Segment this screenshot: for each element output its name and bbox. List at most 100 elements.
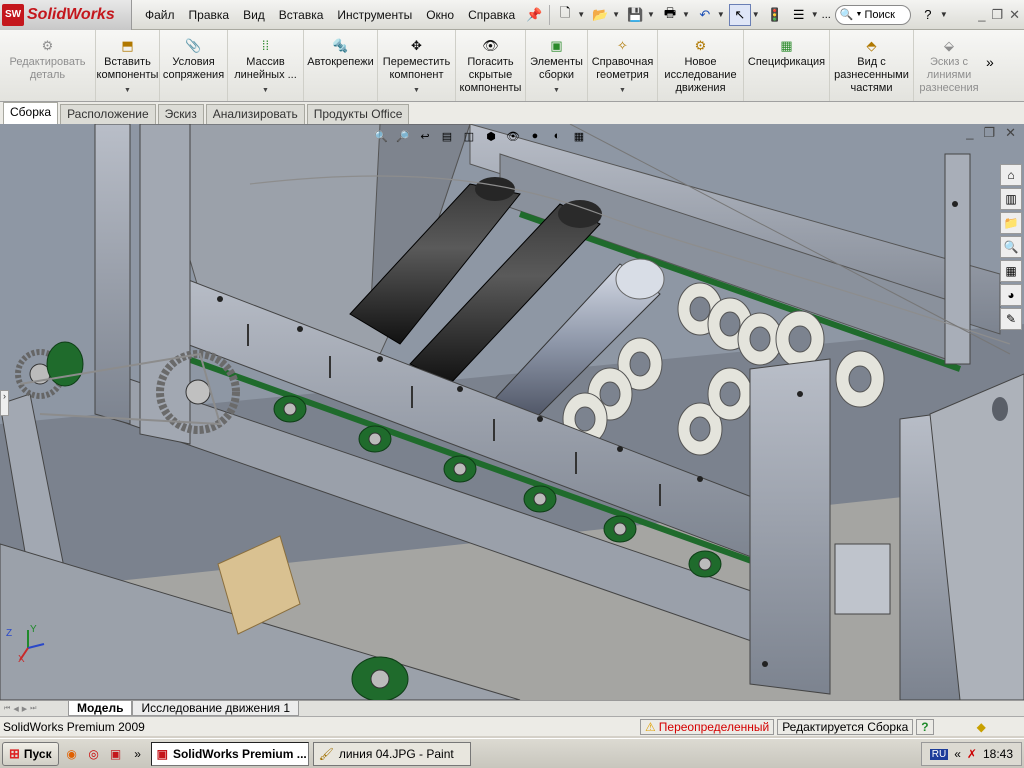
tab-layout[interactable]: Расположение (60, 104, 156, 124)
status-help[interactable]: ? (916, 718, 934, 735)
tab-model[interactable]: Модель (68, 701, 133, 716)
tag-icon[interactable]: ◆ (977, 720, 986, 734)
chevron-down-icon[interactable]: ▼ (124, 84, 131, 97)
restore-icon[interactable]: ❐ (991, 7, 1003, 23)
search-input[interactable]: 🔍 ▼ Поиск (834, 4, 911, 25)
pin-icon[interactable]: 📌 (523, 4, 545, 26)
expand-panel-icon[interactable]: › (0, 390, 9, 416)
open-icon[interactable]: 📂 (589, 4, 611, 26)
chevron-down-icon[interactable]: ▼ (262, 84, 269, 97)
cmd-insert-components[interactable]: ⬒ Вставить компоненты ▼ (96, 30, 160, 101)
tab-sketch[interactable]: Эскиз (157, 104, 204, 124)
assembly-model[interactable] (0, 124, 1024, 700)
firefox-icon[interactable]: ◉ (63, 745, 81, 763)
home-icon[interactable]: ⌂ (1000, 164, 1022, 186)
rebuild-icon[interactable]: 🚦 (764, 4, 786, 26)
close-icon[interactable]: ✕ (1009, 7, 1020, 23)
chevron-down-icon[interactable]: ▼ (577, 10, 585, 19)
menu-help[interactable]: Справка (461, 8, 522, 22)
tab-evaluate[interactable]: Анализировать (205, 104, 305, 124)
file-explorer-icon[interactable]: 📁 (1000, 212, 1022, 234)
cmd-move-component[interactable]: ✥ Переместить компонент ▼ (378, 30, 456, 101)
options-icon[interactable]: ☰ (788, 4, 810, 26)
tab-motion-study-1[interactable]: Исследование движения 1 (132, 701, 300, 716)
cmd-exploded-view[interactable]: ⬘ Вид с разнесенными частями (830, 30, 914, 101)
cmd-smart-fasteners[interactable]: 🔩 Автокрепежи (304, 30, 378, 101)
edit-appearance-icon[interactable]: ● (526, 128, 544, 144)
more-quicklaunch-icon[interactable]: » (129, 745, 147, 763)
last-tab-icon[interactable]: ⏭ (30, 705, 36, 713)
cmd-hide-components[interactable]: 👁 Погасить скрытые компоненты (456, 30, 526, 101)
cmd-reference-geometry[interactable]: ✧ Справочная геометрия ▼ (588, 30, 658, 101)
task-solidworks[interactable]: ▣ SolidWorks Premium ... (150, 741, 309, 766)
new-document-icon[interactable]: 🗋 (554, 4, 576, 26)
tray-expand-icon[interactable]: « (954, 747, 961, 761)
view-orientation-icon[interactable]: ◫ (460, 128, 478, 144)
display-style-icon[interactable]: ⬢ (482, 128, 500, 144)
chevron-down-icon[interactable]: ▼ (647, 10, 655, 19)
chevron-down-icon[interactable]: ▼ (553, 84, 560, 97)
cmd-linear-pattern[interactable]: ⁞⁞ Массив линейных ... ▼ (228, 30, 304, 101)
view-palette-icon[interactable]: ▦ (1000, 260, 1022, 282)
print-icon[interactable]: 🖶 (659, 4, 681, 26)
cmd-explode-line-sketch[interactable]: ⬙ Эскиз с линиями разнесения (914, 30, 984, 101)
cmd-edit-part[interactable]: ⚙ Редактировать деталь (0, 30, 96, 101)
menu-file[interactable]: Файл (138, 8, 182, 22)
restore-icon[interactable]: ❐ (983, 125, 995, 141)
undo-icon[interactable]: ↶ (694, 4, 716, 26)
chevron-down-icon[interactable]: ▼ (612, 10, 620, 19)
app-logo[interactable]: SW SolidWorks (0, 0, 132, 30)
zoom-to-area-icon[interactable]: 🔎 (394, 128, 412, 144)
chevron-down-icon[interactable]: ▼ (752, 10, 760, 19)
toolbar-overflow[interactable]: ... (822, 9, 831, 21)
media-player-icon[interactable]: ◎ (85, 745, 103, 763)
menu-view[interactable]: Вид (236, 8, 272, 22)
chevron-down-icon[interactable]: ▼ (717, 10, 725, 19)
menu-window[interactable]: Окно (419, 8, 461, 22)
next-tab-icon[interactable]: ▶ (22, 705, 27, 713)
chevron-down-icon[interactable]: ▼ (940, 10, 948, 19)
custom-properties-icon[interactable]: ✎ (1000, 308, 1022, 330)
more-commands-icon[interactable]: » (984, 30, 994, 101)
save-icon[interactable]: 💾 (624, 4, 646, 26)
menu-edit[interactable]: Правка (182, 8, 237, 22)
close-icon[interactable]: ✕ (1005, 125, 1016, 141)
menu-tools[interactable]: Инструменты (330, 8, 419, 22)
language-indicator[interactable]: RU (929, 748, 949, 760)
section-view-icon[interactable]: ▤ (438, 128, 456, 144)
select-cursor-icon[interactable]: ↖ (728, 3, 751, 26)
cmd-bom[interactable]: ▦ Спецификация (744, 30, 830, 101)
hide-show-items-icon[interactable]: 👁 (504, 128, 522, 144)
tab-office-products[interactable]: Продукты Office (306, 104, 410, 124)
prev-tab-icon[interactable]: ◀ (13, 705, 18, 713)
chevron-down-icon[interactable]: ▼ (682, 10, 690, 19)
appearances-icon[interactable]: ◕ (1000, 284, 1022, 306)
cmd-mate[interactable]: 📎 Условия сопряжения (160, 30, 228, 101)
help-icon[interactable]: ? (917, 4, 939, 26)
cmd-label: Автокрепежи (307, 56, 374, 68)
design-library-icon[interactable]: ▥ (1000, 188, 1022, 210)
solidworks-quicklaunch-icon[interactable]: ▣ (107, 745, 125, 763)
graphics-area[interactable]: 🔍 🔎 ↩ ▤ ◫ ⬢ 👁 ● ◐ ▦ _ ❐ ✕ ⌂ ▥ 📁 🔍 ▦ ◕ ✎ (0, 124, 1024, 700)
previous-view-icon[interactable]: ↩ (416, 128, 434, 144)
network-icon[interactable]: ✗ (967, 747, 977, 761)
chevron-down-icon[interactable]: ▼ (413, 84, 420, 97)
chevron-down-icon[interactable]: ▼ (811, 10, 819, 19)
search-results-icon[interactable]: 🔍 (1000, 236, 1022, 258)
minimize-icon[interactable]: _ (978, 7, 985, 23)
minimize-icon[interactable]: _ (966, 125, 973, 141)
chevron-down-icon[interactable]: ▼ (619, 84, 626, 97)
start-button[interactable]: ⊞ Пуск (2, 741, 59, 766)
apply-scene-icon[interactable]: ◐ (548, 128, 566, 144)
overdefined-status[interactable]: ⚠ Переопределенный (640, 718, 775, 735)
cmd-assembly-features[interactable]: ▣ Элементы сборки ▼ (526, 30, 588, 101)
menu-insert[interactable]: Вставка (272, 8, 331, 22)
tab-assembly[interactable]: Сборка (3, 102, 59, 124)
zoom-to-fit-icon[interactable]: 🔍 (372, 128, 390, 144)
task-paint[interactable]: 🖌 линия 04.JPG - Paint (312, 741, 471, 766)
cmd-motion-study[interactable]: ⚙ Новое исследование движения (658, 30, 744, 101)
first-tab-icon[interactable]: ⏮ (4, 705, 10, 713)
tab-scroll-controls[interactable]: ⏮ ◀ ▶ ⏭ (0, 701, 68, 716)
view-settings-icon[interactable]: ▦ (570, 128, 588, 144)
move-component-icon: ✥ (411, 37, 422, 53)
